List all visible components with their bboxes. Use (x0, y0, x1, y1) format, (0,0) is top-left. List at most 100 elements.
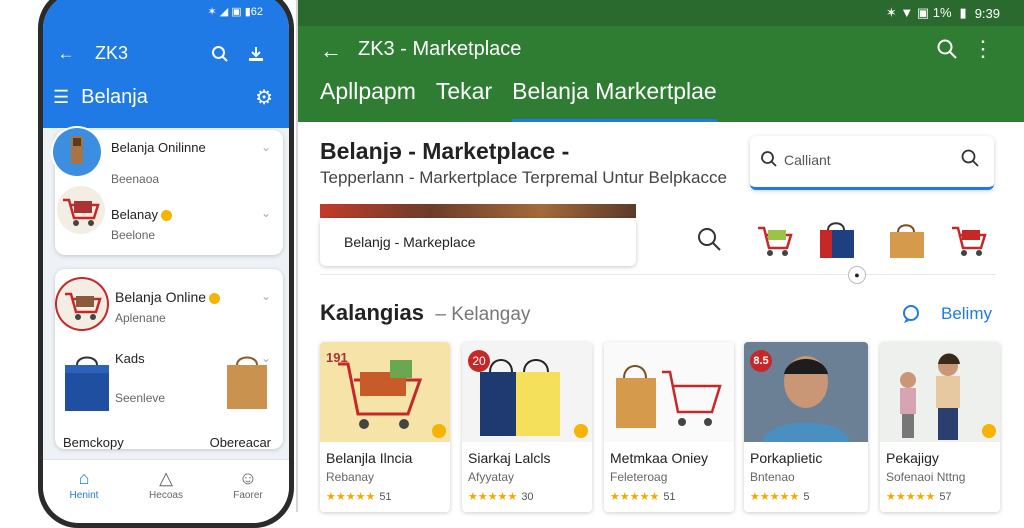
phone-title: ZK3 (95, 43, 129, 63)
star-icon: ★★★★★ (326, 491, 376, 503)
verified-badge-icon (160, 210, 172, 222)
product-rating: ★★★★★ 51 (326, 491, 392, 503)
list-item-subtitle: Aplenane (115, 311, 166, 325)
favorite-badge-icon[interactable] (982, 424, 996, 438)
product-image: 191 (320, 342, 450, 442)
list-item-subtitle: Beelone (111, 228, 156, 242)
product-subtitle: Sofenaoi Nttng (886, 470, 966, 484)
bag-icon[interactable] (818, 218, 860, 260)
card-footer-right[interactable]: Obereacar (210, 435, 271, 450)
product-title: Metmkaa Oniey (610, 450, 709, 466)
product-card[interactable]: 8.5 Porkaplietic Bntenao ★★★★★ 5 (744, 342, 868, 512)
bag-icon[interactable] (886, 218, 928, 260)
bag-thumbnail[interactable] (221, 347, 273, 413)
marketplace-app: ✶ ▼ ▣ 1% ▮ 9:39 ← ZK3 - Marketplace ⋮ Ap… (296, 0, 1024, 512)
search-input[interactable]: Calliant (784, 152, 831, 168)
chevron-down-icon[interactable]: ⌄ (261, 206, 271, 220)
tab-tekar[interactable]: Tekar (436, 78, 492, 122)
product-card[interactable]: Pekajigy Sofenaoi Nttng ★★★★★ 57 (880, 342, 1000, 512)
page-title: Belanjə - Marketplace - (320, 138, 570, 164)
download-icon[interactable] (247, 45, 273, 63)
phone-section-bar: ☰ Belanja ⚙ (53, 85, 273, 110)
app-bar: ← ZK3 - Marketplace ⋮ Apllpapm Tekar Bel… (298, 26, 1024, 122)
product-card[interactable]: 191 Belanjla Ilncia Rebanay ★★★★★ 51 (320, 342, 450, 512)
product-title: Pekajigy (886, 450, 939, 466)
product-badge: 191 (326, 350, 348, 365)
favorite-badge-icon[interactable] (574, 424, 588, 438)
product-badge: 8.5 (750, 350, 772, 372)
product-card[interactable]: 20 Siarkaj Lalcls Afyyatay ★★★★★ 30 (462, 342, 592, 512)
status-time: 9:39 (974, 5, 1000, 21)
more-vert-icon[interactable]: ⋮ (972, 36, 994, 62)
chevron-down-icon[interactable]: ⌄ (261, 140, 271, 154)
verified-badge-icon (209, 292, 221, 304)
nav-item-notifications[interactable]: △ Hecoas (136, 468, 196, 523)
banner-card[interactable]: Belanjg - Markeplace (320, 218, 636, 266)
favorite-badge-icon[interactable] (432, 424, 446, 438)
product-subtitle: Feleteroag (610, 470, 668, 484)
divider (320, 274, 996, 275)
product-thumbnail[interactable] (53, 128, 101, 176)
search-icon[interactable] (936, 38, 958, 60)
list-item-title[interactable]: Belanay (111, 207, 172, 222)
phone-status-bar: ✶ ◢ ▣ ▮62 (207, 6, 263, 18)
nav-label: Faorer (233, 490, 263, 501)
nav-item-home[interactable]: ⌂ Henint (54, 468, 114, 523)
nav-item-profile[interactable]: ☺ Faorer (218, 468, 278, 523)
chevron-down-icon[interactable]: ⌄ (261, 289, 271, 303)
product-subtitle: Rebanay (326, 470, 375, 484)
list-item-title[interactable]: Belanja Onilinne (111, 140, 206, 155)
page-subtitle: Tepperlann - Markertplace Terpremal Untu… (320, 168, 727, 187)
cart-icon[interactable] (754, 218, 796, 260)
search-icon[interactable] (211, 45, 237, 63)
cart-thumbnail[interactable] (57, 186, 105, 234)
gear-icon[interactable]: ⚙ (255, 85, 273, 110)
product-card[interactable]: Metmkaa Oniey Feleteroag ★★★★★ 51 (604, 342, 734, 512)
list-item-title[interactable]: Kads (115, 351, 145, 366)
card-footer-left[interactable]: Bemckopy (63, 435, 124, 450)
arrow-left-icon[interactable]: ← (320, 38, 342, 64)
phone-toolbar: ← ZK3 (53, 43, 273, 64)
product-rating: ★★★★★ 30 (468, 491, 534, 503)
search-box[interactable]: Calliant (750, 136, 994, 190)
bag-thumbnail[interactable] (59, 347, 115, 417)
star-icon: ★★★★★ (750, 491, 800, 503)
star-icon: ★★★★★ (610, 491, 660, 503)
product-title: Belanjla Ilncia (326, 450, 413, 466)
phone-screen: ✶ ◢ ▣ ▮62 ← ZK3 ☰ Belanja ⚙ Belanja Onil… (43, 0, 289, 523)
profile-icon: ☺ (238, 468, 258, 488)
list-item-title[interactable]: Belanja Online (115, 289, 221, 305)
product-badge: 20 (468, 350, 490, 372)
product-image: 20 (462, 342, 592, 442)
cart-thumbnail[interactable] (57, 279, 107, 329)
tab-belanja-marketplace[interactable]: Belanja Markertplae (512, 78, 717, 122)
product-rating: ★★★★★ 5 (750, 491, 810, 503)
tab-bar: Apllpapm Tekar Belanja Markertplae (320, 78, 717, 122)
carousel-indicator-icon[interactable]: ● (848, 266, 866, 284)
product-rating: ★★★★★ 57 (886, 491, 952, 503)
bell-icon: △ (159, 468, 173, 488)
status-icons: ✶ ▼ ▣ 1% (885, 5, 952, 20)
zoom-icon[interactable] (696, 226, 722, 252)
search-submit-icon[interactable] (960, 148, 980, 168)
list-item-subtitle: Seenleve (115, 391, 166, 405)
star-icon: ★★★★★ (886, 491, 936, 503)
arrow-left-icon[interactable]: ← (53, 44, 79, 64)
phone-frame: ✶ ◢ ▣ ▮62 ← ZK3 ☰ Belanja ⚙ Belanja Onil… (38, 0, 294, 528)
menu-icon[interactable]: ☰ (53, 87, 69, 108)
tab-apllpapm[interactable]: Apllpapm (320, 78, 416, 122)
battery-icon: ▮ (959, 5, 967, 20)
home-icon: ⌂ (78, 468, 90, 488)
chat-icon[interactable] (901, 304, 921, 324)
cart-icon[interactable] (948, 218, 990, 260)
product-image (604, 342, 734, 442)
phone-card-2: Belanja Online ⌄ Aplenane Kads ⌄ Seenlev… (55, 269, 283, 450)
section-action-link[interactable]: Belimy (941, 304, 992, 324)
hero-banner (320, 204, 636, 218)
star-icon: ★★★★★ (468, 491, 518, 503)
product-rating: ★★★★★ 51 (610, 491, 676, 503)
phone-bottom-nav: ⌂ Henint △ Hecoas ☺ Faorer (43, 459, 289, 523)
status-bar: ✶ ▼ ▣ 1% ▮ 9:39 (298, 0, 1024, 26)
product-title: Siarkaj Lalcls (468, 450, 551, 466)
list-item-subtitle: Beenaoa (111, 172, 160, 186)
